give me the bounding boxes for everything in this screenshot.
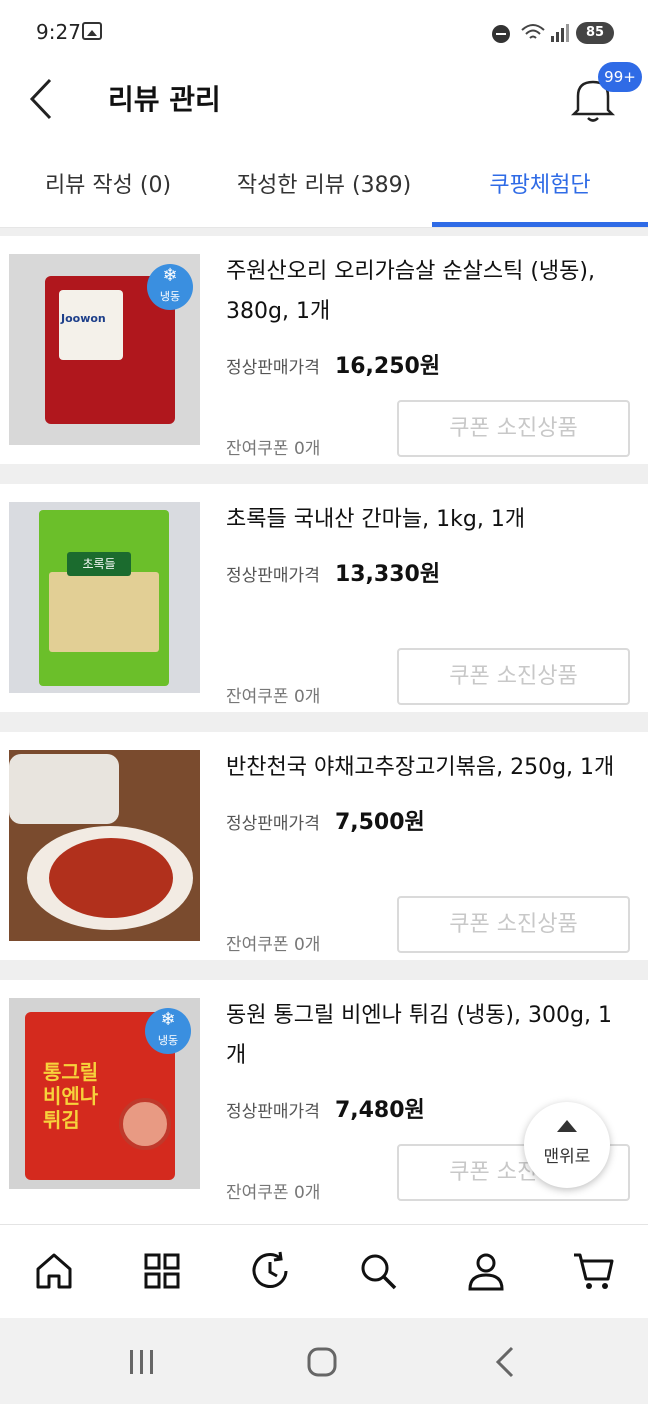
- product-image[interactable]: 초록들: [9, 502, 200, 693]
- tab-write-review[interactable]: 리뷰 작성 (0): [0, 148, 216, 228]
- remaining-coupons: 잔여쿠폰 0개: [226, 687, 321, 707]
- scroll-to-top-label: 맨위로: [543, 1147, 591, 1167]
- active-tab-indicator: [432, 222, 648, 227]
- nav-recent[interactable]: [244, 1245, 296, 1297]
- price-value: 13,330원: [334, 562, 441, 587]
- frozen-label: 냉동: [157, 1034, 179, 1047]
- signal-icon: [551, 24, 569, 42]
- coupon-exhausted-button[interactable]: 쿠폰 소진상품: [397, 648, 630, 705]
- arrow-up-icon: [557, 1120, 577, 1132]
- notification-badge: 99+: [598, 62, 642, 92]
- brand-logo: Joowon: [61, 312, 106, 325]
- nav-cart[interactable]: [568, 1245, 620, 1297]
- cart-icon: [574, 1253, 614, 1289]
- back-nav-icon[interactable]: [484, 1342, 528, 1382]
- snowflake-icon: ❄: [160, 1009, 176, 1030]
- do-not-disturb-icon: [492, 25, 510, 43]
- nav-account[interactable]: [460, 1245, 512, 1297]
- price-label: 정상판매가격: [226, 814, 320, 834]
- remaining-coupons: 잔여쿠폰 0개: [226, 1183, 321, 1203]
- remaining-coupons: 잔여쿠폰 0개: [226, 439, 321, 459]
- package-title: 통그릴 비엔나 튀김: [43, 1060, 99, 1132]
- home-button-icon[interactable]: [300, 1342, 344, 1382]
- tab-written-reviews[interactable]: 작성한 리뷰 (389): [216, 148, 432, 228]
- nav-search[interactable]: [352, 1245, 404, 1297]
- product-image[interactable]: Joowon ❄ 냉동: [9, 254, 200, 445]
- frozen-badge: ❄ 냉동: [147, 264, 193, 310]
- list-divider: [0, 464, 648, 484]
- product-name[interactable]: 초록들 국내산 간마늘, 1kg, 1개: [226, 500, 626, 540]
- price-row: 정상판매가격 13,330원: [226, 556, 440, 588]
- product-contents: [49, 572, 159, 652]
- product-name[interactable]: 동원 통그릴 비엔나 튀김 (냉동), 300g, 1개: [226, 996, 626, 1076]
- price-row: 정상판매가격 16,250원: [226, 348, 440, 380]
- back-button[interactable]: [20, 72, 64, 122]
- categories-icon: [144, 1253, 180, 1289]
- remaining-coupons: 잔여쿠폰 0개: [226, 935, 321, 955]
- price-value: 16,250원: [334, 354, 441, 379]
- account-icon: [468, 1253, 504, 1291]
- header: 리뷰 관리 99+: [0, 62, 648, 136]
- price-row: 정상판매가격 7,480원: [226, 1092, 425, 1124]
- price-label: 정상판매가격: [226, 358, 320, 378]
- coupon-exhausted-button[interactable]: 쿠폰 소진상품: [397, 400, 630, 457]
- product-sausage: [119, 1098, 171, 1150]
- status-bar: 9:27 85: [0, 0, 648, 62]
- search-icon: [361, 1254, 397, 1290]
- price-row: 정상판매가격 7,500원: [226, 804, 425, 836]
- product-label: [59, 290, 123, 360]
- brand-logo: 초록들: [67, 552, 131, 576]
- tab-bar: 리뷰 작성 (0) 작성한 리뷰 (389) 쿠팡체험단: [0, 148, 648, 228]
- price-label: 정상판매가격: [226, 566, 320, 586]
- chevron-left-icon: [29, 78, 52, 120]
- list-divider: [0, 712, 648, 732]
- product-image[interactable]: [9, 750, 200, 941]
- price-value: 7,480원: [334, 1098, 425, 1123]
- list-item: 반찬천국 야채고추장고기볶음, 250g, 1개 정상판매가격 7,500원 쿠…: [0, 732, 648, 960]
- nav-home[interactable]: [28, 1245, 80, 1297]
- list-item: Joowon ❄ 냉동 주원산오리 오리가슴살 순살스틱 (냉동), 380g,…: [0, 236, 648, 464]
- bottom-nav: [0, 1224, 648, 1318]
- recent-icon: [252, 1251, 288, 1288]
- page-title: 리뷰 관리: [108, 83, 221, 116]
- coupon-exhausted-button[interactable]: 쿠폰 소진상품: [397, 896, 630, 953]
- list-item: 초록들 초록들 국내산 간마늘, 1kg, 1개 정상판매가격 13,330원 …: [0, 484, 648, 712]
- nav-categories[interactable]: [136, 1245, 188, 1297]
- frozen-badge: ❄ 냉동: [145, 1008, 191, 1054]
- home-icon: [36, 1253, 72, 1289]
- snowflake-icon: ❄: [162, 265, 178, 286]
- list-divider: [0, 228, 648, 236]
- status-time: 9:27: [36, 20, 81, 44]
- product-container: [9, 754, 119, 824]
- tab-experience-group[interactable]: 쿠팡체험단: [432, 148, 648, 228]
- recent-apps-icon[interactable]: [120, 1342, 164, 1382]
- battery-indicator: 85: [576, 22, 614, 44]
- price-label: 정상판매가격: [226, 1102, 320, 1122]
- product-image[interactable]: 통그릴 비엔나 튀김 ❄ 냉동: [9, 998, 200, 1189]
- list-divider: [0, 960, 648, 980]
- product-list: Joowon ❄ 냉동 주원산오리 오리가슴살 순살스틱 (냉동), 380g,…: [0, 228, 648, 1208]
- price-value: 7,500원: [334, 810, 425, 835]
- scroll-to-top-button[interactable]: 맨위로: [524, 1102, 610, 1188]
- wifi-icon: [521, 24, 545, 39]
- product-name[interactable]: 주원산오리 오리가슴살 순살스틱 (냉동), 380g, 1개: [226, 252, 626, 332]
- frozen-label: 냉동: [159, 290, 181, 303]
- product-name[interactable]: 반찬천국 야채고추장고기볶음, 250g, 1개: [226, 748, 626, 788]
- gallery-notification-icon: [82, 22, 102, 40]
- system-navigation-bar: [0, 1318, 648, 1404]
- product-food: [49, 838, 173, 918]
